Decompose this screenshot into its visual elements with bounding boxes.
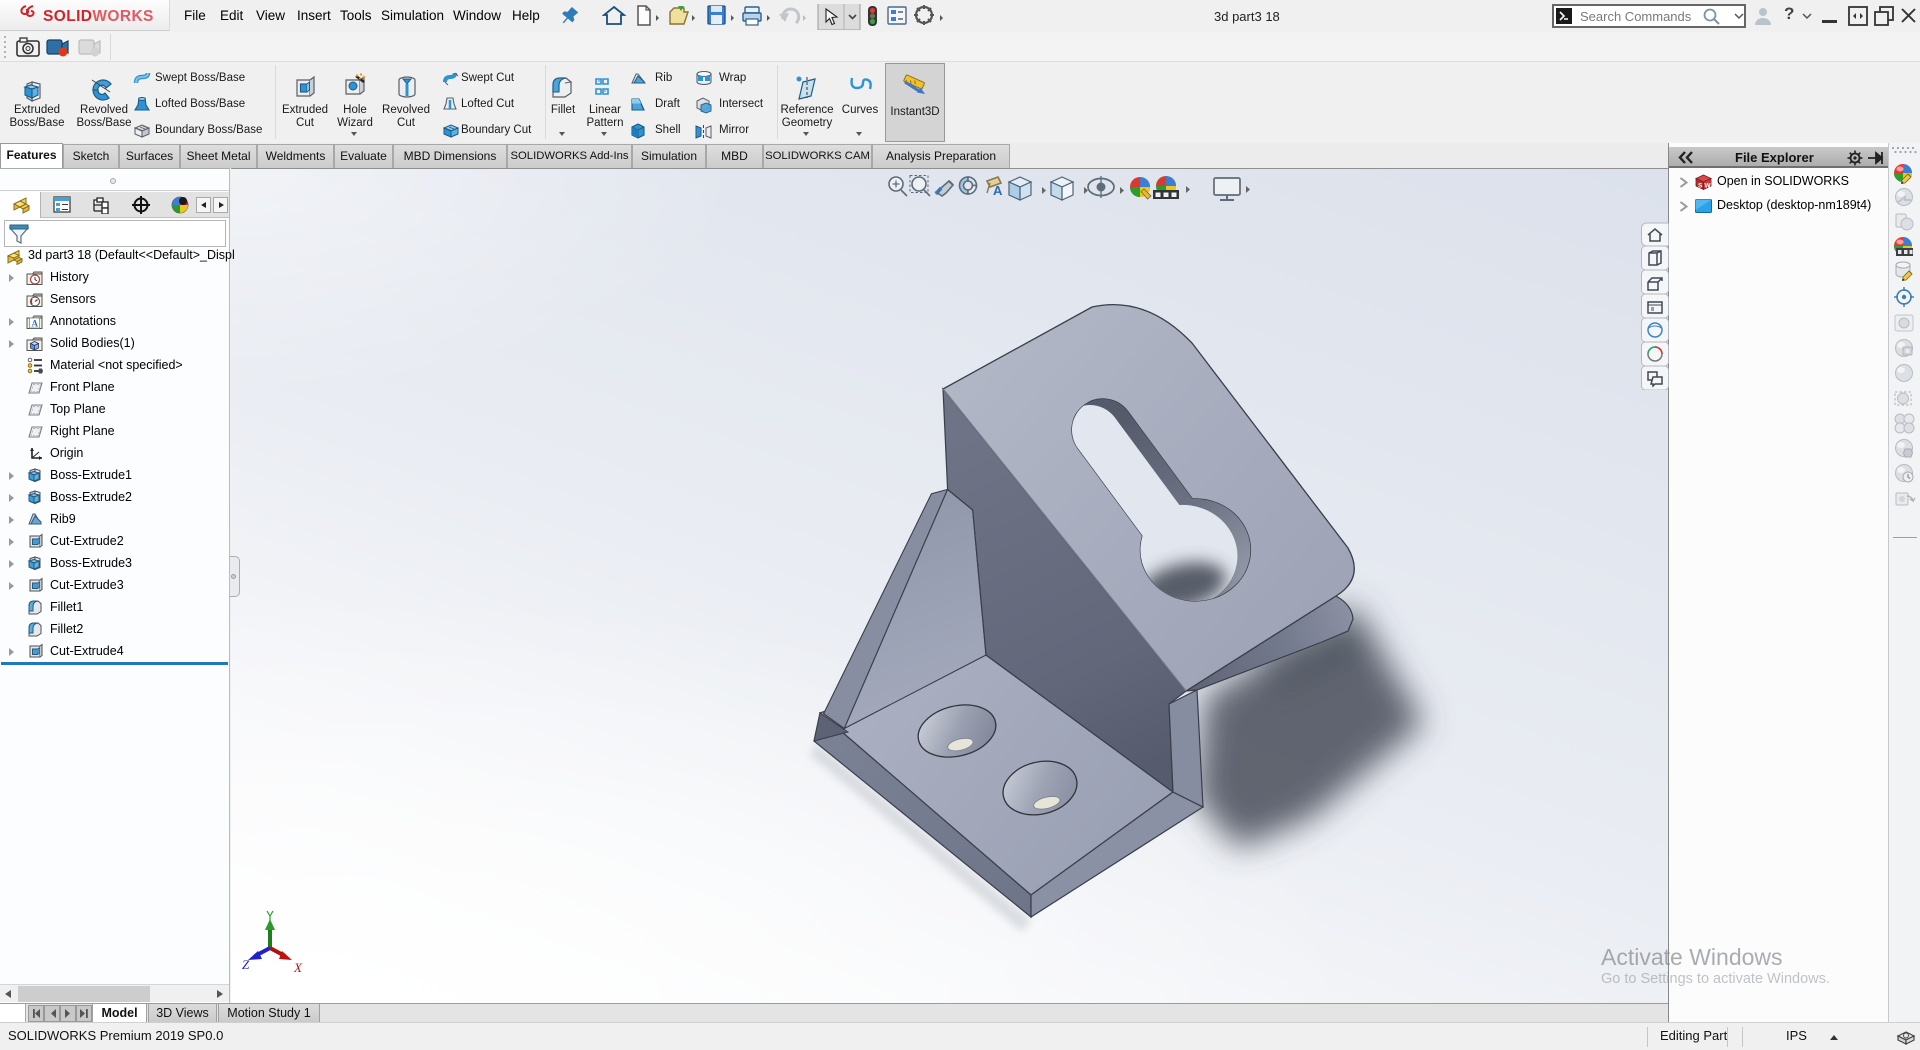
svg-text:S: S xyxy=(1698,183,1703,190)
svg-text:SOLIDWORKS: SOLIDWORKS xyxy=(43,8,154,25)
svg-text:Z: Z xyxy=(242,957,250,972)
svg-text:A: A xyxy=(993,183,1003,198)
svg-text:W: W xyxy=(1705,183,1712,190)
svg-text:X: X xyxy=(293,960,303,975)
